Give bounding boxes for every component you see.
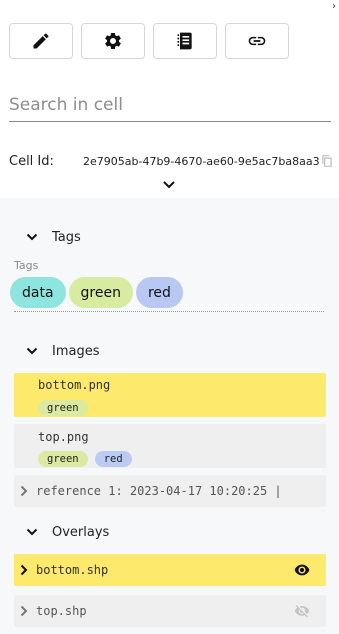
cell-id-row: Cell Id: 2e7905ab-47b9-4670-ae60-9e5ac7b… — [9, 151, 337, 171]
overlays-section-header[interactable]: Overlays — [26, 525, 109, 540]
chevron-right-icon — [20, 605, 28, 617]
image-name: bottom.png — [38, 378, 111, 392]
images-section-header[interactable]: Images — [26, 344, 100, 359]
image-item-bottom[interactable]: bottom.png green — [14, 373, 326, 417]
image-tag-chip: green — [38, 451, 88, 467]
eye-icon[interactable] — [294, 564, 310, 576]
notebook-button[interactable] — [153, 23, 217, 59]
edit-button[interactable] — [9, 23, 73, 59]
toolbar — [9, 23, 289, 59]
image-name: top.png — [38, 430, 89, 444]
copy-icon[interactable] — [320, 154, 334, 168]
tags-field-caption: Tags — [14, 259, 39, 272]
pencil-icon — [33, 33, 49, 49]
image-tag-chip: green — [38, 400, 88, 416]
cell-id-value: 2e7905ab-47b9-4670-ae60-9e5ac7ba8aa3 — [83, 154, 320, 168]
divider — [14, 311, 324, 312]
tag-chip[interactable]: data — [10, 277, 66, 308]
overlays-section-title: Overlays — [52, 525, 110, 540]
chevron-down-icon[interactable] — [162, 180, 176, 190]
search-input[interactable] — [9, 88, 331, 121]
tags-section-title: Tags — [52, 230, 81, 245]
chevron-right-icon — [20, 564, 28, 576]
tags-section-header[interactable]: Tags — [26, 230, 81, 245]
notebook-icon — [177, 32, 192, 50]
tags-list: data green red — [10, 277, 183, 308]
link-button[interactable] — [225, 23, 289, 59]
reference-label: reference 1: 2023-04-17 10:20:25 | — [36, 484, 282, 498]
chevron-down-icon — [26, 233, 38, 241]
chevron-down-icon — [26, 528, 38, 536]
image-tag-chip: red — [94, 451, 132, 467]
overlay-item-bottom[interactable]: bottom.shp — [14, 554, 326, 586]
chevron-down-icon — [26, 347, 38, 355]
settings-button[interactable] — [81, 23, 145, 59]
link-icon — [248, 36, 266, 46]
image-item-top[interactable]: top.png green red — [14, 424, 326, 468]
overlay-name: bottom.shp — [36, 563, 109, 577]
tag-chip[interactable]: green — [68, 277, 133, 308]
images-section-title: Images — [52, 344, 100, 359]
chevron-right-icon — [20, 485, 28, 497]
reference-item[interactable]: reference 1: 2023-04-17 10:20:25 | — [14, 475, 326, 507]
cell-id-label: Cell Id: — [9, 153, 54, 169]
search-field — [9, 88, 331, 122]
overlay-name: top.shp — [36, 604, 87, 618]
overlay-item-top[interactable]: top.shp — [14, 595, 326, 627]
eye-off-icon[interactable] — [294, 604, 310, 618]
gear-icon — [105, 32, 121, 49]
tag-chip[interactable]: red — [135, 277, 183, 308]
collapse-panel-button[interactable]: › — [332, 2, 336, 12]
